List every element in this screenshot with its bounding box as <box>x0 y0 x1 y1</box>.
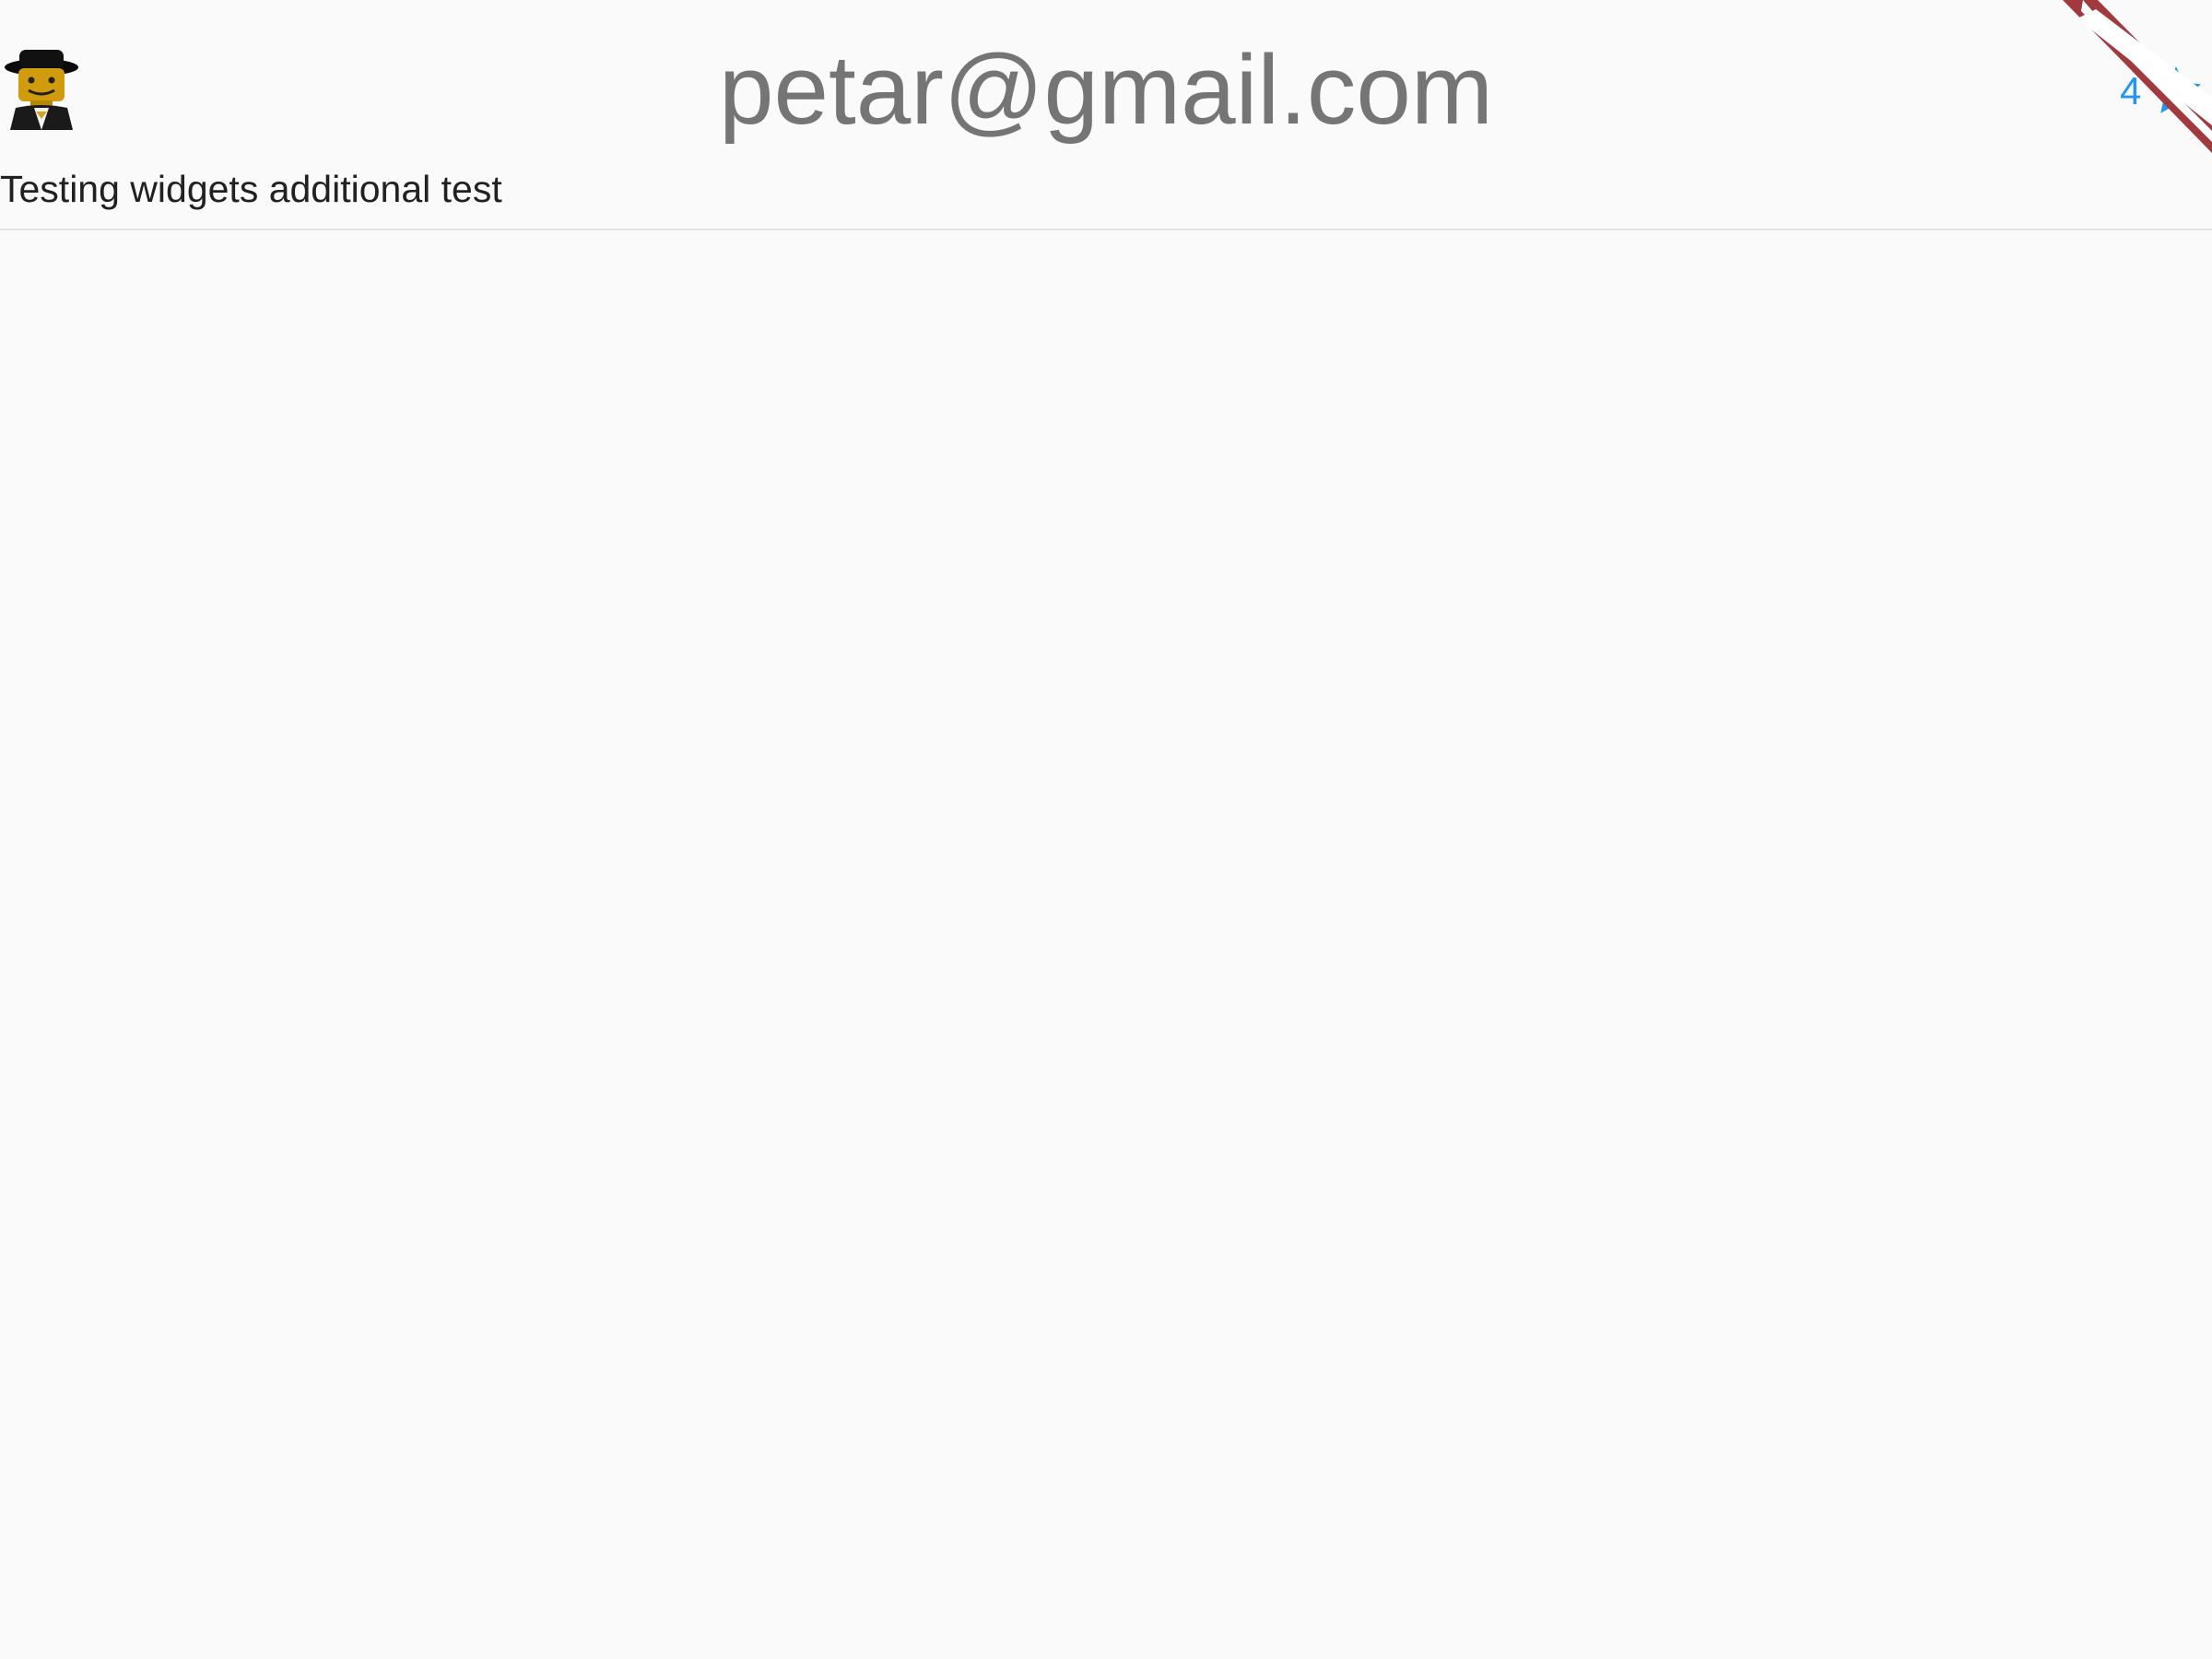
star-icon <box>2145 60 2207 123</box>
rating-count: 4 <box>2120 69 2142 112</box>
rating-indicator[interactable]: 4 <box>2120 59 2207 124</box>
app-header: petar@gmail.com 4 Testing widgets additi… <box>0 0 2212 230</box>
header-title-email: petar@gmail.com <box>718 34 1494 145</box>
header-subtitle: Testing widgets additional test <box>0 168 502 210</box>
